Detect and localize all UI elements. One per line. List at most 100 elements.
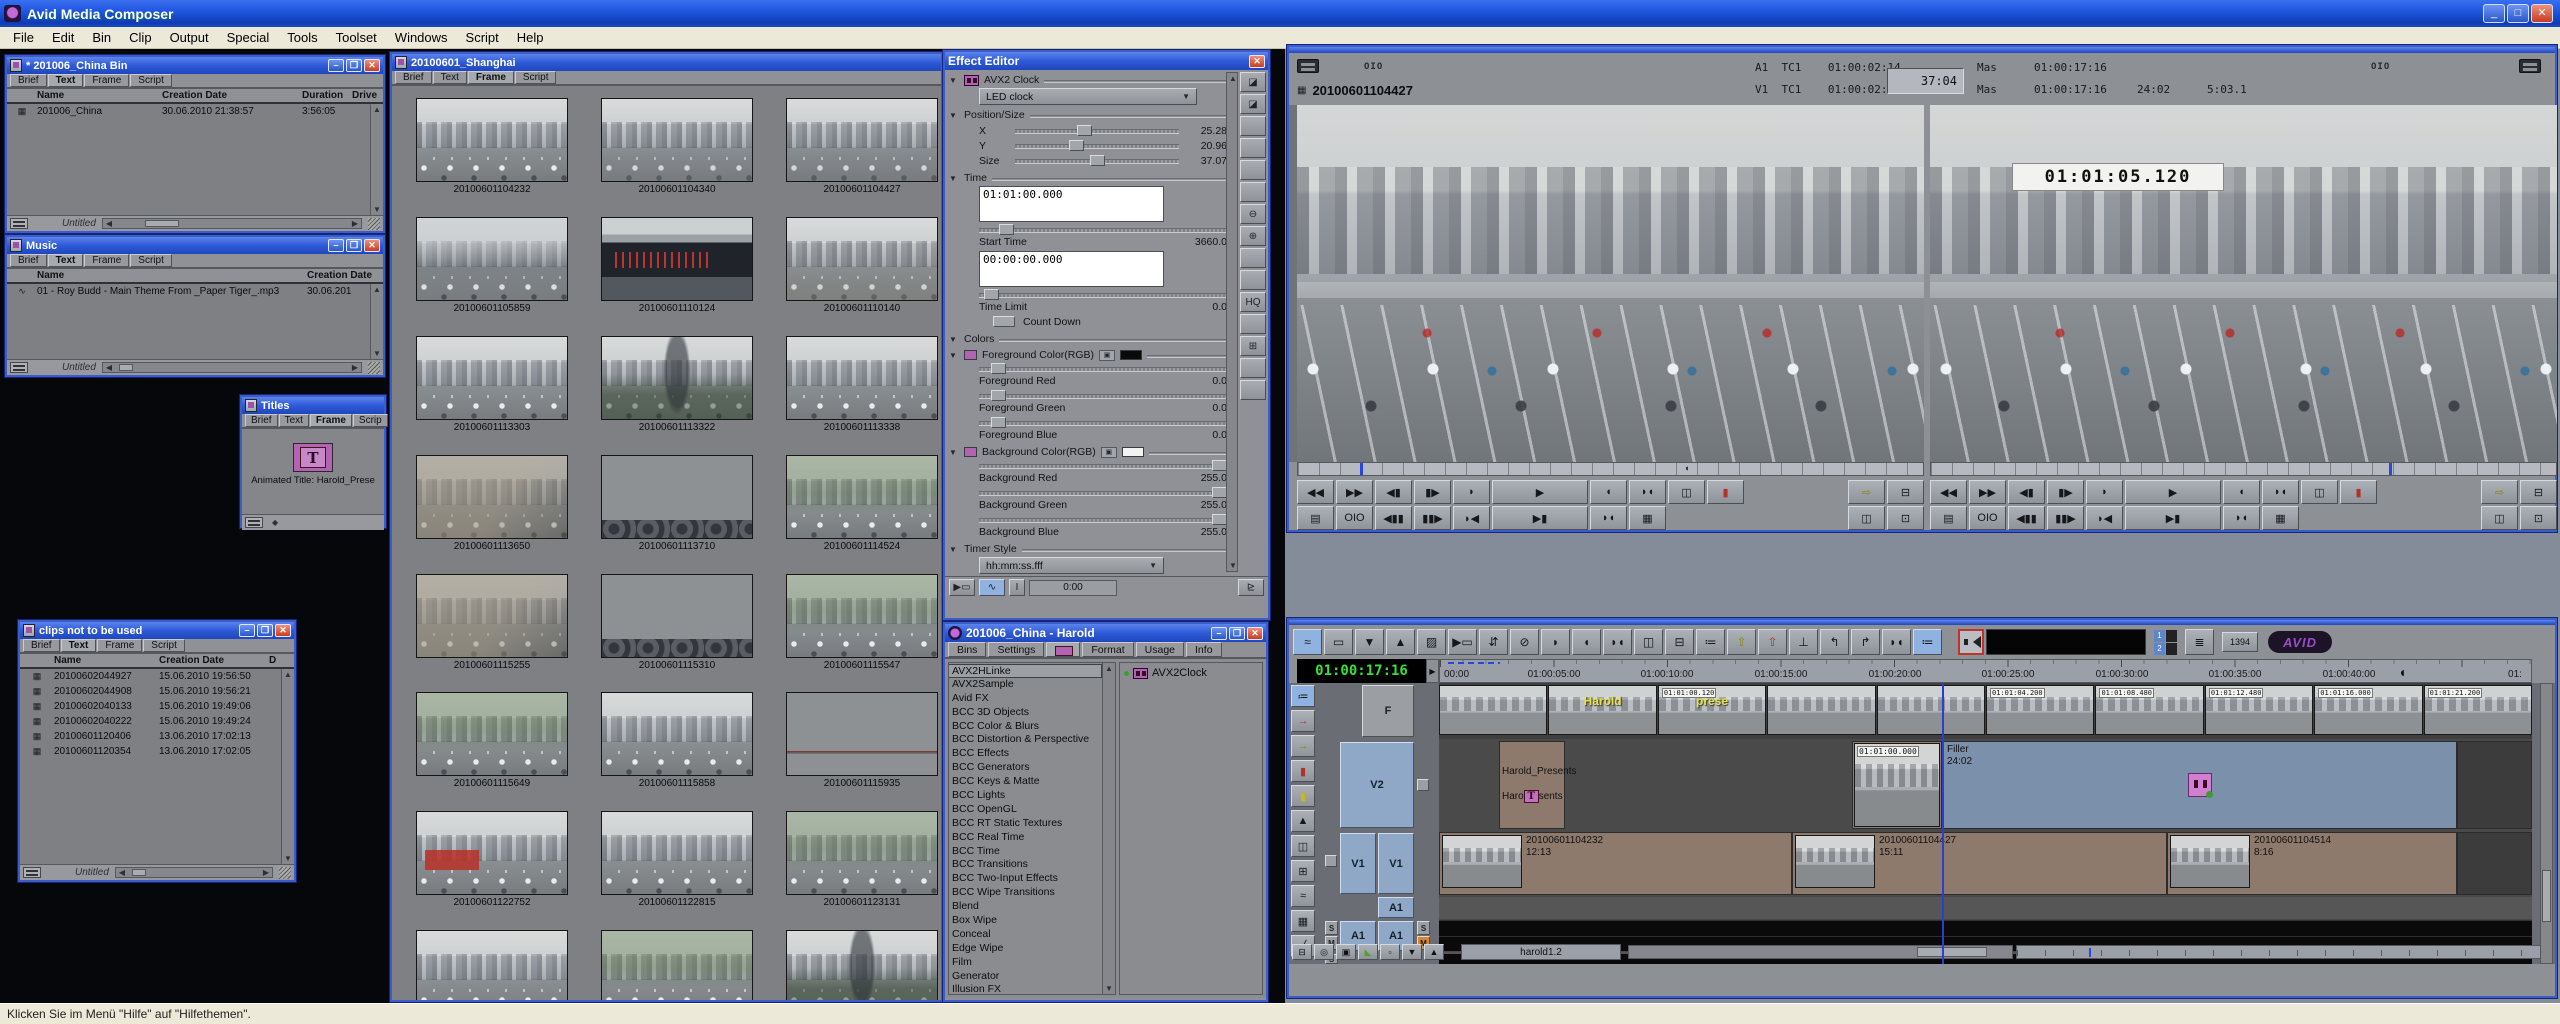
collapse-icon[interactable]: ▼	[1355, 629, 1384, 655]
clock-effect-clip[interactable]: 01:01:00.000	[1852, 741, 1942, 829]
filmstrip-button[interactable]: ▦	[2262, 506, 2299, 530]
blank-button-2[interactable]	[1240, 138, 1266, 158]
go-to-end-button[interactable]: ▶▮	[2125, 506, 2221, 530]
collapse-triangle-icon[interactable]: ▼	[949, 335, 959, 344]
effect-category-item[interactable]: BCC Generators	[949, 761, 1102, 775]
column-creation-date[interactable]: Creation Date	[162, 90, 302, 101]
film-frame[interactable]: 01:01:12.480	[2205, 685, 2313, 735]
record-position-bar[interactable]	[1930, 462, 2557, 476]
extract-icon[interactable]: ⇧	[1758, 629, 1787, 655]
clip-thumbnail[interactable]: 20100601115547	[786, 574, 938, 676]
horizontal-scrollbar[interactable]: ◀ ▶	[115, 867, 273, 878]
film-frame[interactable]: prese 01:01:00.120	[1658, 685, 1766, 735]
effect-category-item[interactable]: Avid FX	[949, 692, 1102, 706]
column-creation-date[interactable]: Creation Date	[159, 655, 269, 666]
track-button-a1-patch[interactable]: A1	[1378, 897, 1414, 918]
clip-name-label[interactable]: 20100601104427	[786, 182, 938, 195]
effect-category-item[interactable]: Illusion FX	[949, 983, 1102, 994]
track-button-v1-source[interactable]: V1	[1340, 833, 1376, 894]
track-panel-icon[interactable]: ≔	[1913, 629, 1942, 655]
timeline-ruler[interactable]: 00:0001:00:05:0001:00:10:0001:00:15:0001…	[1439, 659, 2532, 683]
clip-name-label[interactable]: 20100601110140	[786, 301, 938, 314]
gang-button[interactable]: OIO	[1336, 506, 1373, 530]
clip-frame-image[interactable]	[601, 930, 753, 1002]
close-button[interactable]: ✕	[1247, 627, 1263, 640]
bin-tab[interactable]: Text	[48, 74, 84, 87]
timeline-view-icon[interactable]: ≔	[1291, 685, 1315, 707]
go-to-end-button[interactable]: ▶▮	[1492, 506, 1588, 530]
column-name[interactable]: Name	[37, 90, 162, 101]
menu-item[interactable]: Tools	[278, 28, 326, 47]
clip-name-label[interactable]: 20100601104232	[416, 182, 568, 195]
effect-mode-icon[interactable]: ◫	[1291, 835, 1315, 857]
clip-name-label[interactable]: 20100601123131	[786, 895, 938, 908]
clip-frame-image[interactable]	[786, 217, 938, 301]
menu-item[interactable]: Special	[218, 28, 279, 47]
color-picker-icon[interactable]: ▣	[1101, 447, 1117, 458]
audio-icon[interactable]: ≈	[1291, 885, 1315, 907]
clip-frame-image[interactable]	[786, 455, 938, 539]
fg-blue-slider[interactable]	[979, 417, 1227, 428]
yellow-marker-icon[interactable]: ▮	[1291, 785, 1315, 807]
bin-tab[interactable]: Brief	[23, 639, 60, 652]
source-clip-name[interactable]: 20100601104427	[1312, 83, 1413, 98]
scroll-up-icon[interactable]: ▲	[1291, 810, 1315, 832]
20100602040133[interactable]: ▦ 20100602040133 15.06.2010 19:49:06	[20, 699, 294, 714]
bin-tab[interactable]: Brief	[10, 254, 47, 267]
timeline-track-area[interactable]: Harold prese 01:01:00.120 01:01:04.200	[1439, 683, 2532, 964]
extract-segment-icon[interactable]: →	[1291, 710, 1315, 732]
blank-button-9[interactable]	[1240, 380, 1266, 400]
menu-item[interactable]: Windows	[386, 28, 457, 47]
title-clip-icon[interactable]: T	[293, 443, 333, 472]
column-d[interactable]: D	[269, 655, 285, 666]
clip-frame-image[interactable]	[416, 692, 568, 776]
minimize-button[interactable]: –	[239, 624, 255, 637]
patch-badge[interactable]	[2166, 630, 2177, 642]
clip-frame-image[interactable]	[416, 930, 568, 1002]
clip-thumbnail[interactable]: 20100601110124	[601, 217, 753, 319]
forward-ten-button[interactable]: ▮▮▶	[1414, 506, 1451, 530]
scroll-right-icon[interactable]: ▶	[349, 219, 361, 228]
clip-thumbnail[interactable]: 20100601104340	[601, 98, 753, 200]
clip-frame-image[interactable]	[601, 98, 753, 182]
bg-green-slider[interactable]	[979, 487, 1227, 498]
add-edit-icon[interactable]: ◫	[1634, 629, 1663, 655]
menu-item[interactable]: Toolset	[327, 28, 386, 47]
01 - Roy Budd - Main Theme From _Paper Tiger_.mp3[interactable]: ∿ 01 - Roy Budd - Main Theme From _Paper…	[7, 284, 383, 299]
time-limit-field[interactable]: 00:00:00.000	[979, 251, 1164, 287]
mark-in-icon[interactable]: ◖	[1572, 629, 1601, 655]
clip-name-label[interactable]: 20100601115310	[601, 658, 753, 671]
record-monitor-video[interactable]: 01:01:05.120	[1930, 105, 2557, 462]
menu-item[interactable]: Edit	[43, 28, 83, 47]
clip-thumbnail[interactable]: 20100601104232	[416, 98, 568, 200]
bin-tab[interactable]: Frame	[310, 414, 352, 427]
video-clip-104427[interactable]: 20100601104427 15:11	[1792, 832, 2167, 895]
menu-item[interactable]: Script	[457, 28, 508, 47]
render-icon[interactable]: ▶▭	[1448, 629, 1477, 655]
blank-button-6[interactable]	[1240, 270, 1266, 290]
clip-name-label[interactable]: 20100601104340	[601, 182, 753, 195]
redo-icon[interactable]: ↱	[1851, 629, 1880, 655]
collapse-triangle-icon[interactable]: ▼	[949, 545, 959, 554]
effect-category-item[interactable]: BCC Wipe Transitions	[949, 886, 1102, 900]
project-titlebar[interactable]: 201006_China - Harold – ❐ ✕	[945, 624, 1266, 642]
effect-category-item[interactable]: BCC OpenGL	[949, 803, 1102, 817]
blank-button-5[interactable]	[1240, 248, 1266, 268]
blank-button-1[interactable]	[1240, 116, 1266, 136]
clip-name-label[interactable]: 20100601115547	[786, 658, 938, 671]
bin-tab[interactable]: Frame	[97, 639, 142, 652]
match-frame-icon[interactable]: ⊥	[1789, 629, 1818, 655]
source-position-bar[interactable]: ◖	[1297, 462, 1924, 476]
gang-icon[interactable]: OIO	[2371, 62, 2390, 72]
lift-segment-icon[interactable]: →	[1291, 735, 1315, 757]
full-screen-button[interactable]: ◫	[1848, 506, 1885, 530]
bin-tab[interactable]: Text	[61, 639, 97, 652]
bin-tab[interactable]: Brief	[395, 71, 432, 84]
effect-category-item[interactable]: Box Wipe	[949, 914, 1102, 928]
menu-item[interactable]: Clip	[120, 28, 160, 47]
clip-name-label[interactable]: 20100601114524	[786, 539, 938, 552]
effect-category-item[interactable]: BCC RT Static Textures	[949, 817, 1102, 831]
bg-blue-slider[interactable]	[979, 514, 1227, 525]
grid-icon[interactable]: ⊞	[1291, 860, 1315, 882]
play-button[interactable]: ▶	[2125, 480, 2221, 504]
